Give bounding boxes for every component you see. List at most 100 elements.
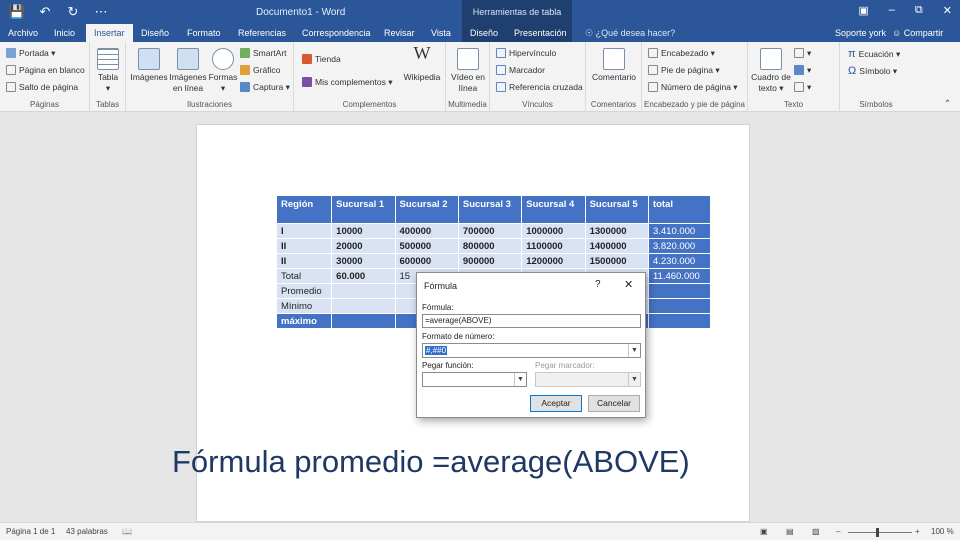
captura-button[interactable]: Captura ▾ xyxy=(240,82,290,93)
my-addins-button[interactable]: Mis complementos ▾ xyxy=(302,77,393,88)
ok-button[interactable]: Aceptar xyxy=(530,395,582,412)
table-cell[interactable]: 500000 xyxy=(394,238,459,254)
table-cell[interactable]: Mínimo xyxy=(275,298,333,314)
header-cell[interactable]: Sucursal 3 xyxy=(457,195,523,224)
table-cell[interactable]: II xyxy=(275,238,333,254)
read-mode-icon[interactable]: ▣ xyxy=(760,527,768,536)
close-icon[interactable]: ✕ xyxy=(943,4,952,17)
collapse-ribbon-icon[interactable]: ⌃ xyxy=(944,98,951,109)
header-button[interactable]: Encabezado ▾ xyxy=(648,48,715,59)
table-cell-total[interactable]: 11.460.000 xyxy=(647,268,712,284)
tabla-button[interactable]: Tabla ▾ xyxy=(94,48,122,94)
table-cell[interactable]: Promedio xyxy=(275,283,333,299)
page-count[interactable]: Página 1 de 1 xyxy=(6,527,55,536)
tienda-button[interactable]: Tienda xyxy=(302,54,341,64)
table-cell[interactable]: Total xyxy=(275,268,333,284)
page-break-button[interactable]: Salto de página xyxy=(6,82,78,92)
table-cell[interactable] xyxy=(331,298,396,314)
tab-formato[interactable]: Formato xyxy=(179,24,229,42)
number-format-select[interactable]: #,##0 ▼ xyxy=(422,343,641,358)
wikipedia-button[interactable]: W Wikipedia xyxy=(400,44,444,83)
online-pictures-button[interactable]: Imágenes en línea xyxy=(168,48,208,94)
table-cell[interactable]: 600000 xyxy=(394,253,459,269)
tab-correspondencia[interactable]: Correspondencia xyxy=(294,24,379,42)
table-cell-total[interactable]: 3.410.000 xyxy=(647,223,712,239)
table-cell[interactable]: 20000 xyxy=(331,238,396,254)
proofing-icon[interactable]: 📖 xyxy=(122,527,132,536)
wordart-button[interactable]: ▾ xyxy=(794,65,811,76)
table-cell[interactable]: II xyxy=(275,253,333,269)
table-cell-total[interactable]: 4.230.000 xyxy=(647,253,712,269)
quick-parts-button[interactable]: ▾ xyxy=(794,48,811,59)
redo-icon[interactable]: ↻ xyxy=(64,4,82,20)
text-box-button[interactable]: Cuadro de texto ▾ xyxy=(750,48,792,94)
table-cell[interactable] xyxy=(647,298,712,314)
tell-me-box[interactable]: ☉ ¿Qué desea hacer? xyxy=(585,24,675,42)
drop-cap-button[interactable]: ▾ xyxy=(794,82,811,93)
restore-icon[interactable]: ⧉ xyxy=(915,4,923,17)
tab-revisar[interactable]: Revisar xyxy=(376,24,423,42)
help-button[interactable]: ? xyxy=(595,279,601,290)
table-cell[interactable]: 1400000 xyxy=(584,238,649,254)
dialog-close-button[interactable]: ✕ xyxy=(624,278,633,291)
table-cell[interactable]: 400000 xyxy=(394,223,459,239)
table-cell[interactable]: 1300000 xyxy=(584,223,649,239)
portada-button[interactable]: Portada ▾ xyxy=(6,48,55,59)
table-cell[interactable]: máximo xyxy=(275,313,333,329)
share-button[interactable]: ☺ Compartir xyxy=(892,24,943,42)
zoom-out-icon[interactable]: – xyxy=(836,527,840,536)
zoom-level[interactable]: 100 % xyxy=(931,527,954,536)
comment-button[interactable]: Comentario xyxy=(590,48,638,83)
smartart-button[interactable]: SmartArt xyxy=(240,48,287,58)
bookmark-button[interactable]: Marcador xyxy=(496,65,545,75)
ribbon-options-icon[interactable]: ▣ xyxy=(858,4,868,17)
header-cell[interactable]: Sucursal 5 xyxy=(584,195,649,224)
table-cell[interactable]: 60.000 xyxy=(331,268,396,284)
header-cell[interactable]: Sucursal 2 xyxy=(394,195,459,224)
equation-button[interactable]: π Ecuación ▾ xyxy=(848,48,900,60)
table-cell[interactable]: 1200000 xyxy=(521,253,586,269)
header-cell[interactable]: total xyxy=(647,195,712,224)
formas-button[interactable]: Formas ▾ xyxy=(208,48,238,94)
table-cell[interactable]: 1100000 xyxy=(521,238,586,254)
tab-presentacion[interactable]: Presentación xyxy=(506,24,572,42)
table-cell[interactable]: 10000 xyxy=(331,223,396,239)
zoom-slider[interactable] xyxy=(848,532,912,533)
table-cell[interactable]: 1500000 xyxy=(584,253,649,269)
footer-button[interactable]: Pie de página ▾ xyxy=(648,65,720,76)
table-cell[interactable]: 1000000 xyxy=(521,223,586,239)
grafico-button[interactable]: Gráfico xyxy=(240,65,280,75)
page-number-button[interactable]: Número de página ▾ xyxy=(648,82,738,93)
word-count[interactable]: 43 palabras xyxy=(66,527,108,536)
print-layout-icon[interactable]: ▤ xyxy=(786,527,794,536)
paste-function-select[interactable]: ▼ xyxy=(422,372,527,387)
tab-referencias[interactable]: Referencias xyxy=(230,24,294,42)
table-cell-total[interactable]: 3.820.000 xyxy=(647,238,712,254)
blank-page-button[interactable]: Página en blanco xyxy=(6,65,85,75)
table-cell[interactable] xyxy=(331,283,396,299)
header-cell[interactable]: Sucursal 4 xyxy=(521,195,586,224)
online-video-button[interactable]: Vídeo en línea xyxy=(450,48,486,94)
imagenes-button[interactable]: Imágenes xyxy=(130,48,168,83)
tab-diseno[interactable]: Diseño xyxy=(133,24,177,42)
minimize-icon[interactable]: – xyxy=(889,4,895,17)
formula-input[interactable]: =average(ABOVE) xyxy=(422,314,641,328)
zoom-in-icon[interactable]: + xyxy=(915,527,920,536)
symbol-button[interactable]: Ω Símbolo ▾ xyxy=(848,65,897,77)
header-cell[interactable]: Región xyxy=(275,195,333,224)
customize-icon[interactable]: ⋯ xyxy=(92,4,110,20)
header-cell[interactable]: Sucursal 1 xyxy=(331,195,396,224)
table-cell[interactable] xyxy=(647,283,712,299)
user-name[interactable]: Soporte york xyxy=(835,24,886,42)
cross-reference-button[interactable]: Referencia cruzada xyxy=(496,82,583,92)
table-cell[interactable]: 700000 xyxy=(457,223,523,239)
table-cell[interactable]: 800000 xyxy=(457,238,523,254)
table-cell[interactable] xyxy=(647,313,712,329)
save-icon[interactable]: 💾 xyxy=(8,4,26,20)
table-cell[interactable]: 30000 xyxy=(331,253,396,269)
zoom-slider-thumb[interactable] xyxy=(876,528,879,537)
tab-vista[interactable]: Vista xyxy=(423,24,459,42)
cancel-button[interactable]: Cancelar xyxy=(588,395,640,412)
web-layout-icon[interactable]: ▧ xyxy=(812,527,820,536)
tab-insertar[interactable]: Insertar xyxy=(86,24,133,42)
